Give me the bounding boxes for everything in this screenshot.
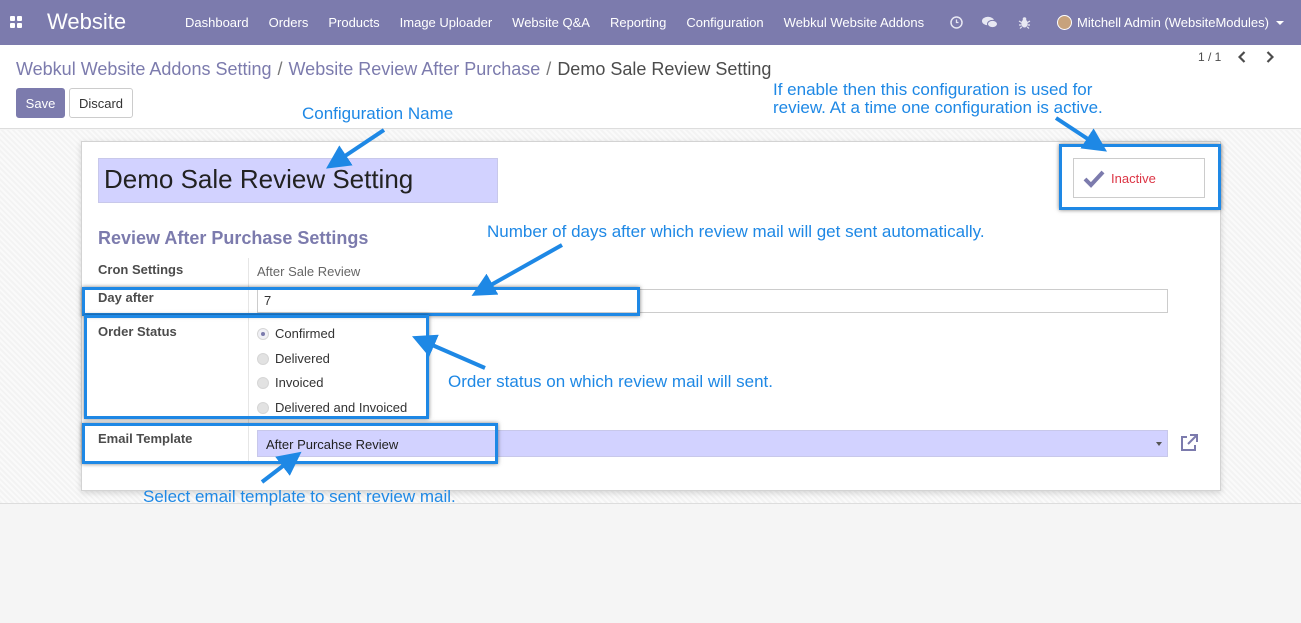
systray xyxy=(946,0,1048,45)
menu-dashboard[interactable]: Dashboard xyxy=(175,15,259,30)
chat-icon[interactable] xyxy=(980,13,1000,33)
chevron-down-icon xyxy=(1275,20,1284,25)
annotation-configuration-name: Configuration Name xyxy=(302,104,454,123)
chevron-right-icon[interactable] xyxy=(1263,49,1277,65)
external-link-icon[interactable] xyxy=(1179,433,1199,453)
apps-menu-icon[interactable] xyxy=(10,16,22,28)
highlight-order-status xyxy=(84,315,429,419)
breadcrumb-current: Demo Sale Review Setting xyxy=(557,59,772,79)
menu-webkul-addons[interactable]: Webkul Website Addons xyxy=(774,15,934,30)
dropdown-caret-icon xyxy=(1156,442,1162,446)
breadcrumb-item-review-after-purchase[interactable]: Website Review After Purchase xyxy=(289,59,541,80)
annotation-active-line1: If enable then this configuration is use… xyxy=(773,80,1093,99)
breadcrumb-separator: / xyxy=(277,59,283,79)
breadcrumb-item-addons-setting[interactable]: Webkul Website Addons Setting xyxy=(16,59,272,80)
avatar xyxy=(1057,15,1072,30)
menu-reporting[interactable]: Reporting xyxy=(600,15,676,30)
menu-products[interactable]: Products xyxy=(318,15,389,30)
annotation-active-line2: review. At a time one configuration is a… xyxy=(773,98,1103,117)
annotation-order-status: Order status on which review mail will s… xyxy=(448,372,774,391)
highlight-active-toggle xyxy=(1059,144,1221,210)
clock-icon[interactable] xyxy=(946,13,966,33)
user-menu[interactable]: Mitchell Admin (WebsiteModules) xyxy=(1057,0,1284,45)
breadcrumb: Webkul Website Addons Setting / Website … xyxy=(16,59,771,80)
cron-settings-value[interactable]: After Sale Review xyxy=(257,264,360,279)
highlight-day-after xyxy=(82,287,640,316)
top-navbar: Website Dashboard Orders Products Image … xyxy=(0,0,1301,45)
user-name: Mitchell Admin (WebsiteModules) xyxy=(1077,15,1269,30)
menu-orders[interactable]: Orders xyxy=(259,15,319,30)
save-button[interactable]: Save xyxy=(16,88,65,118)
discard-button[interactable]: Discard xyxy=(69,88,133,118)
main-menu: Dashboard Orders Products Image Uploader… xyxy=(175,0,934,45)
control-panel: Webkul Website Addons Setting / Website … xyxy=(0,45,1301,129)
annotation-day-after: Number of days after which review mail w… xyxy=(487,222,985,241)
menu-configuration[interactable]: Configuration xyxy=(676,15,773,30)
section-title: Review After Purchase Settings xyxy=(98,228,369,248)
pager-value[interactable]: 1 / 1 xyxy=(1198,50,1221,64)
app-brand[interactable]: Website xyxy=(47,9,126,35)
annotation-email-template: Select email template to sent review mai… xyxy=(143,487,456,506)
menu-website-qa[interactable]: Website Q&A xyxy=(502,15,600,30)
configuration-name-field[interactable]: Demo Sale Review Setting xyxy=(98,158,498,203)
chevron-left-icon[interactable] xyxy=(1235,49,1249,65)
highlight-email-template xyxy=(82,423,498,464)
bug-icon[interactable] xyxy=(1014,13,1034,33)
breadcrumb-separator: / xyxy=(546,59,552,79)
menu-image-uploader[interactable]: Image Uploader xyxy=(390,15,503,30)
cron-settings-label: Cron Settings xyxy=(98,262,184,277)
